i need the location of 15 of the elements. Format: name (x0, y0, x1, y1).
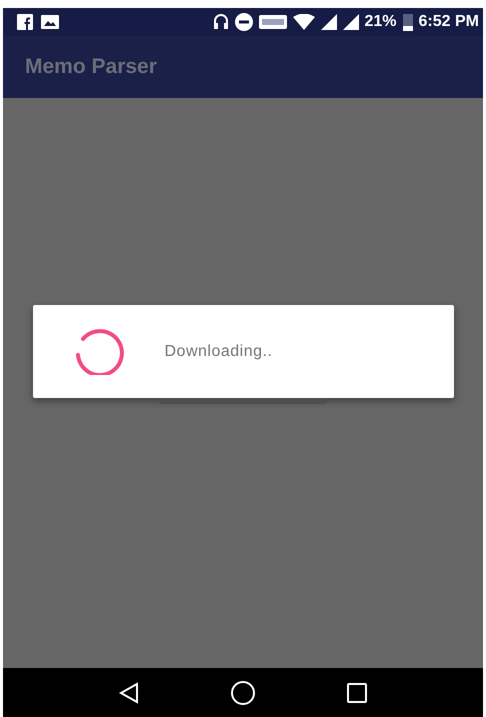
signal-icon (342, 14, 358, 30)
do-not-disturb-icon (234, 13, 252, 31)
wifi-icon (292, 14, 314, 30)
back-icon[interactable] (118, 682, 140, 704)
home-icon[interactable] (230, 680, 256, 706)
recents-icon[interactable] (346, 682, 368, 704)
image-icon (41, 15, 59, 29)
facebook-icon (17, 14, 33, 30)
battery-percent: 21% (364, 13, 397, 31)
headset-icon (212, 13, 228, 31)
clock: 6:52 PM (418, 13, 479, 31)
battery-icon (402, 14, 413, 30)
dialog-message: Downloading.. (164, 342, 272, 360)
app-title: Memo Parser (25, 55, 157, 79)
signal-icon (320, 14, 336, 30)
